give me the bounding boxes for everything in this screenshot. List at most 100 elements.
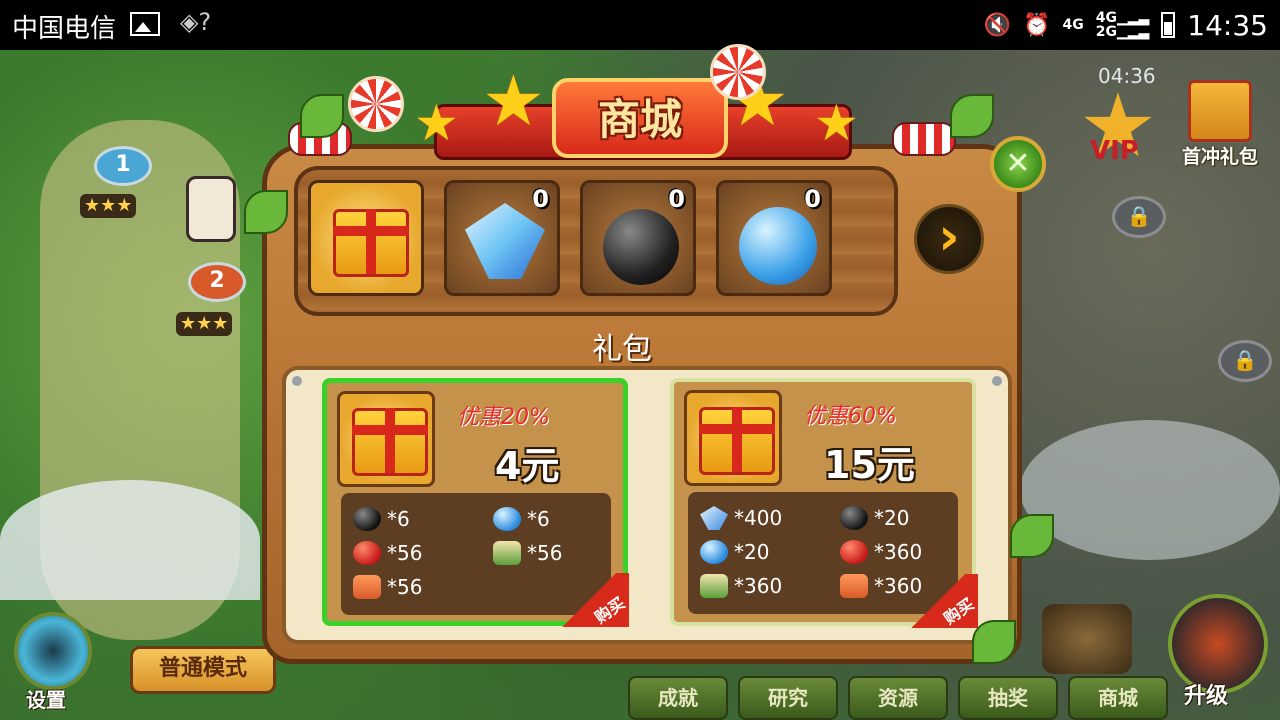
- pack-icon: [684, 390, 782, 486]
- settings-label: 设置: [26, 688, 66, 712]
- alarm-icon: ⏰: [1023, 12, 1051, 38]
- first-recharge-label: 首冲礼包: [1181, 146, 1258, 168]
- star-icon: ★: [414, 94, 459, 152]
- treasure-chest-icon[interactable]: [1042, 604, 1132, 674]
- shop-tabs: 0 0 0: [308, 180, 832, 296]
- status-icons: 🔇 ⏰ 4G 4G▁▂▃ 2G▁▂▃ 14:35: [984, 6, 1268, 44]
- gift-icon: [333, 209, 409, 277]
- price-label: 15元: [824, 443, 915, 487]
- list-item: *56: [353, 541, 422, 565]
- settings-button[interactable]: [14, 612, 92, 690]
- lock-icon: 🔒: [1112, 196, 1166, 238]
- ice-bomb-icon: [493, 507, 521, 531]
- salmon-icon: [840, 574, 868, 598]
- lollipop-icon: [348, 76, 404, 132]
- list-item: *6: [353, 507, 410, 531]
- diamond-count: 0: [532, 185, 549, 213]
- discount-label: 优惠20%: [457, 405, 550, 430]
- shop-banner: 商城 ★ ★ ★ ★: [404, 60, 876, 160]
- list-item: *360: [700, 574, 782, 598]
- tab-gift-packs[interactable]: [308, 180, 424, 296]
- nav-achievements[interactable]: 成就: [628, 676, 728, 720]
- star-icon: ★: [814, 94, 859, 152]
- sushi-icon: [700, 574, 728, 598]
- level-node-1[interactable]: 1: [94, 146, 152, 186]
- gift-box-icon: [1188, 80, 1252, 142]
- player-avatar: [186, 176, 236, 242]
- status-bar: 中国电信 ◈? 🔇 ⏰ 4G 4G▁▂▃ 2G▁▂▃ 14:35: [0, 0, 1280, 50]
- tab-ice-bombs[interactable]: 0: [716, 180, 832, 296]
- diamond-icon: [700, 506, 728, 530]
- battery-icon: [1161, 12, 1176, 38]
- discount-label: 优惠60%: [804, 404, 897, 429]
- chevron-right-icon: ›: [938, 207, 960, 267]
- close-x-icon: ✕: [1005, 146, 1031, 181]
- bomb-count: 0: [668, 185, 685, 213]
- list-item: *6: [493, 507, 550, 531]
- apple-icon: [353, 541, 381, 565]
- close-button[interactable]: ✕: [990, 136, 1046, 192]
- shop-dialog: 0 0 0 › 礼包 优惠20% 4元 *6 *6 *56 *56 *56 购买: [248, 120, 1046, 680]
- sushi-icon: [493, 541, 521, 565]
- buy-button[interactable]: 购买: [549, 573, 629, 627]
- bomb-icon: [840, 506, 868, 530]
- ice-bomb-icon: [700, 540, 728, 564]
- screw-icon: [992, 376, 1002, 386]
- screw-icon: [292, 376, 302, 386]
- price-label: 4元: [495, 444, 560, 488]
- lock-icon: 🔒: [1218, 340, 1272, 382]
- diamond-icon: [465, 203, 545, 279]
- mute-icon: 🔇: [983, 12, 1012, 38]
- leaf-icon: [300, 94, 344, 138]
- tab-diamonds[interactable]: 0: [444, 180, 560, 296]
- level-node-2[interactable]: 2: [188, 262, 246, 302]
- next-tabs-button[interactable]: ›: [914, 204, 984, 274]
- list-item: *400: [700, 506, 782, 530]
- ice-bomb-count: 0: [804, 185, 821, 213]
- clock: 14:35: [1187, 8, 1268, 42]
- bomb-icon: [603, 209, 679, 285]
- image-notification-icon: [130, 12, 160, 36]
- gift-icon: [352, 408, 428, 476]
- nav-lottery[interactable]: 抽奖: [958, 676, 1058, 720]
- apple-icon: [840, 540, 868, 564]
- lollipop-icon: [710, 44, 766, 100]
- carrier-name: 中国电信: [12, 14, 117, 44]
- snow-cloud: [1020, 420, 1280, 560]
- wifi-icon: ◈?: [180, 8, 212, 36]
- tab-bombs[interactable]: 0: [580, 180, 696, 296]
- buy-button[interactable]: 购买: [898, 574, 978, 628]
- leaf-icon: [244, 190, 288, 234]
- vip-label: VIP: [1090, 136, 1139, 166]
- star-icon: ★: [482, 60, 545, 142]
- shop-title: 商城: [597, 95, 682, 144]
- salmon-icon: [353, 575, 381, 599]
- snow-hill: [0, 480, 260, 600]
- upgrade-label: 升级: [1184, 684, 1229, 709]
- gift-pack-card[interactable]: 优惠60% 15元 *400 *20 *20 *360 *360 *360 购买: [670, 378, 978, 628]
- nav-resources[interactable]: 资源: [848, 676, 948, 720]
- list-item: *360: [840, 540, 922, 564]
- ice-bomb-icon: [739, 207, 817, 285]
- gift-icon: [699, 407, 775, 475]
- leaf-icon: [950, 94, 994, 138]
- pack-icon: [337, 391, 435, 487]
- list-item: *20: [840, 506, 909, 530]
- network-signal: 4G▁▂▃ 2G▁▂▃: [1095, 10, 1150, 40]
- candy-cane-icon: [892, 122, 956, 156]
- bottom-nav: 成就 研究 资源 抽奖 商城: [628, 676, 1168, 720]
- level-1-stars: ★★★: [80, 194, 137, 218]
- leaf-icon: [1010, 514, 1054, 558]
- level-2-stars: ★★★: [176, 312, 233, 336]
- section-title: 礼包: [592, 332, 652, 367]
- nav-shop[interactable]: 商城: [1068, 676, 1168, 720]
- network-4g-label: 4G: [1062, 17, 1084, 33]
- gift-pack-card[interactable]: 优惠20% 4元 *6 *6 *56 *56 *56 购买: [322, 378, 629, 627]
- list-item: *56: [353, 575, 422, 599]
- list-item: *56: [493, 541, 562, 565]
- first-recharge-gift-button[interactable]: 首冲礼包: [1172, 80, 1268, 169]
- vip-button[interactable]: ★ VIP: [1072, 82, 1164, 182]
- bomb-icon: [353, 507, 381, 531]
- nav-research[interactable]: 研究: [738, 676, 838, 720]
- leaf-icon: [972, 620, 1016, 664]
